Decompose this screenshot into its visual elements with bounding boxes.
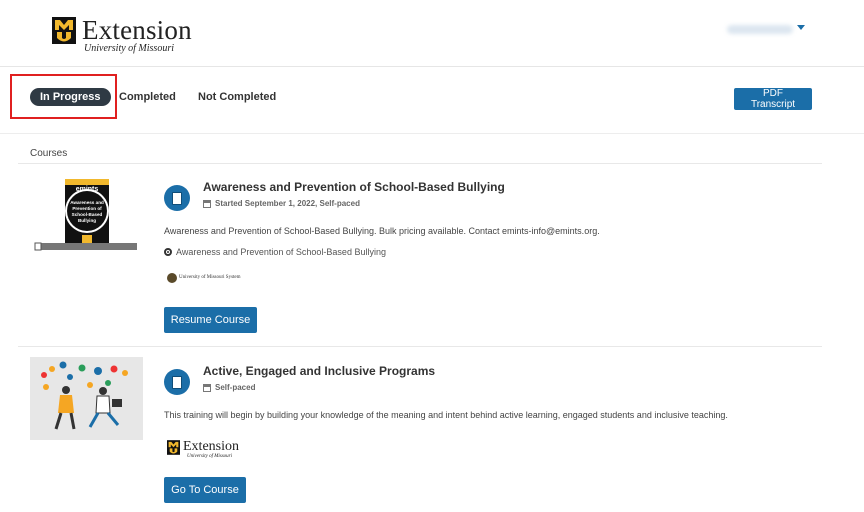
thumb-text-1: Awareness and [70,200,104,205]
course-thumbnail[interactable] [30,357,143,440]
thumb-text-2: Prevention of [72,206,102,211]
course-book-icon [164,185,190,211]
bullying-course-image: emints Awareness and Prevention of Schoo… [34,179,137,251]
mizzou-logo-icon [167,440,180,455]
course-description: Awareness and Prevention of School-Based… [164,226,600,236]
divider [18,346,822,347]
course-description: This training will begin by building you… [164,410,728,420]
tab-completed[interactable]: Completed [119,91,176,103]
tab-not-completed[interactable]: Not Completed [198,91,276,103]
thumb-brand: emints [76,186,99,193]
course-module-text: Awareness and Prevention of School-Based… [176,247,386,257]
user-name-blurred [727,25,793,34]
logo-title: Extension [82,15,192,45]
course-meta: Started September 1, 2022, Self-paced [203,199,360,208]
resume-course-button[interactable]: Resume Course [164,307,257,333]
provider-logo: Extension University of Missouri [167,439,239,459]
user-menu[interactable] [727,22,807,36]
mizzou-logo-icon [52,17,76,44]
calendar-icon [203,199,211,208]
active-learning-image [30,357,143,440]
go-to-course-button[interactable]: Go To Course [164,477,246,503]
site-header: Extension University of Missouri [0,0,864,67]
provider-title: Extension [183,439,239,454]
provider-name: University of Missouri System [179,275,241,280]
filter-tabs-bar: In Progress Completed Not Completed PDF … [0,67,864,134]
course-meta-text: Self-paced [215,383,256,392]
course-title[interactable]: Active, Engaged and Inclusive Programs [203,364,435,378]
provider-logo: University of Missouri System [167,273,241,283]
chevron-down-icon [797,25,805,30]
calendar-icon [203,383,211,392]
section-label: Courses [30,148,68,159]
um-system-seal-icon [167,273,177,283]
course-book-icon [164,369,190,395]
course-module[interactable]: Awareness and Prevention of School-Based… [164,247,386,257]
course-meta-text: Started September 1, 2022, Self-paced [215,199,360,208]
course-meta: Self-paced [203,383,255,392]
logo-subtitle: University of Missouri [84,43,174,54]
module-status-icon [164,248,172,256]
divider [18,163,822,164]
tab-in-progress[interactable]: In Progress [30,88,111,106]
course-thumbnail[interactable]: emints Awareness and Prevention of Schoo… [34,177,138,252]
course-title[interactable]: Awareness and Prevention of School-Based… [203,180,505,194]
thumb-text-4: Bullying [78,218,96,223]
extension-logo[interactable]: Extension University of Missouri [52,15,192,54]
thumb-text-3: School-Based [72,212,103,217]
pdf-transcript-button[interactable]: PDF Transcript [734,88,812,110]
provider-subtitle: University of Missouri [187,454,232,459]
